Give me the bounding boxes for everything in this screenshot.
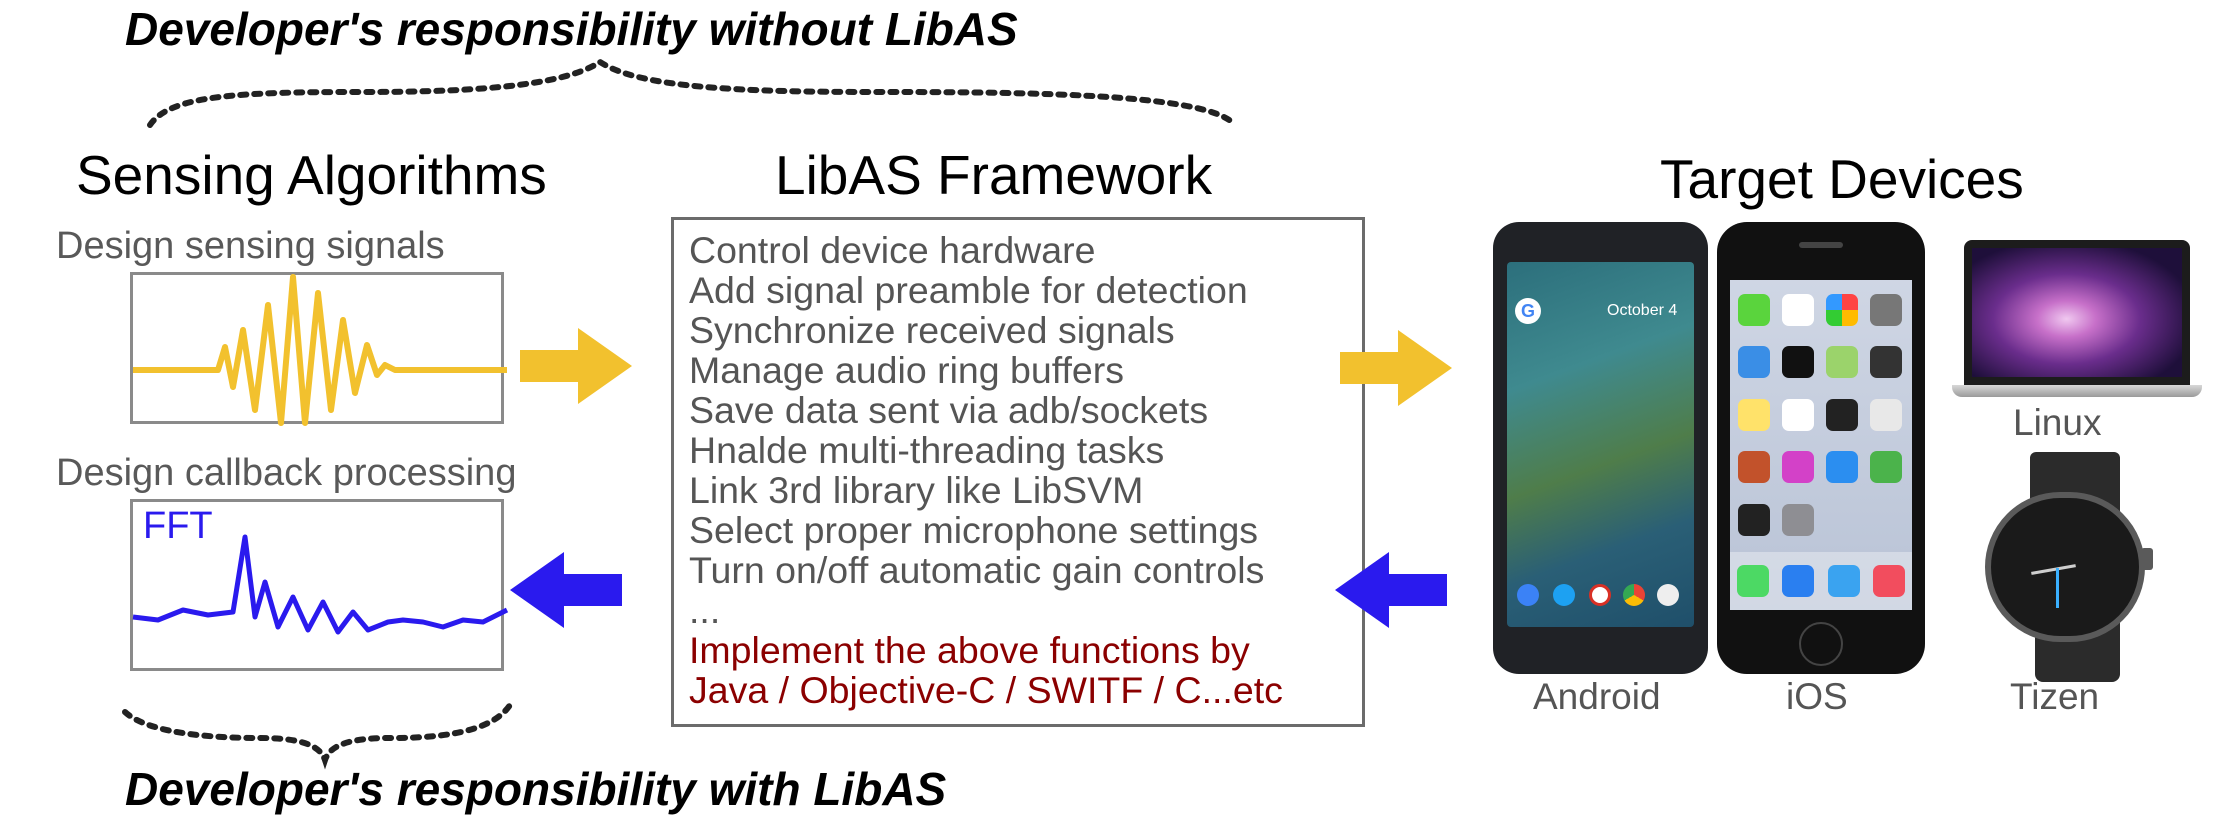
android-date: October 4 <box>1607 302 1678 319</box>
bottom-caption: Developer's responsibility with LibAS <box>125 763 947 815</box>
weather-icon <box>1738 346 1770 379</box>
top-caption: Developer's responsibility without LibAS <box>125 3 1018 55</box>
app-store-icon <box>1826 451 1858 484</box>
arrow-to-framework <box>520 328 632 404</box>
task-item: Select proper microphone settings <box>689 509 1259 551</box>
target-devices-heading: Target Devices <box>1660 148 2024 210</box>
music-icon <box>1873 565 1906 597</box>
calendar-icon <box>1782 294 1814 326</box>
gmail-app-icon <box>1589 584 1611 606</box>
framework-task-box: Control device hardware Add signal pream… <box>671 217 1365 727</box>
android-dock <box>1515 580 1686 610</box>
libas-framework-heading: LibAS Framework <box>775 144 1213 206</box>
linux-label: Linux <box>2013 402 2102 443</box>
laptop-wallpaper <box>1972 248 2182 377</box>
mail-icon <box>1782 565 1815 597</box>
videos-icon <box>1870 346 1902 379</box>
signal-plot-box <box>130 272 507 426</box>
game-center-icon <box>1870 398 1902 431</box>
compass-icon <box>1738 503 1770 536</box>
laptop <box>1952 240 2202 400</box>
safari-icon <box>1827 565 1860 597</box>
task-item: Hnalde multi-threading tasks <box>689 429 1165 471</box>
camera-app-icon <box>1657 584 1679 606</box>
laptop-base <box>1952 385 2202 397</box>
watch-face <box>1985 492 2145 642</box>
maps-icon <box>1826 346 1858 379</box>
reminders-icon <box>1782 398 1814 431</box>
callback-plot-box: FFT <box>130 499 509 671</box>
task-item: Save data sent via adb/sockets <box>689 389 1209 431</box>
android-label: Android <box>1533 676 1661 717</box>
arrow-to-callback <box>510 552 622 628</box>
sensing-algorithms-heading: Sensing Algorithms <box>76 144 547 206</box>
iphone-home-button <box>1799 622 1843 666</box>
app-grid <box>1738 294 1904 544</box>
design-callback-processing-label: Design callback processing <box>56 452 517 494</box>
stocks-icon <box>1826 398 1858 431</box>
task-item: Manage audio ring buffers <box>689 349 1125 391</box>
chirp-waveform <box>133 274 507 426</box>
phone-icon <box>1736 565 1769 597</box>
task-item: Synchronize received signals <box>689 309 1175 351</box>
framework-task-list: Control device hardware Add signal pream… <box>689 230 1283 710</box>
smartwatch <box>1985 452 2170 682</box>
settings-icon <box>1782 503 1814 536</box>
iphone-screen <box>1730 280 1912 610</box>
google-search-icon: G <box>1515 298 1541 324</box>
android-phone: October 4 G <box>1493 222 1708 674</box>
watch-hand <box>2056 568 2059 608</box>
design-sensing-signals-label: Design sensing signals <box>56 225 445 267</box>
watch-crown <box>2141 548 2153 570</box>
messages-icon <box>1738 294 1770 326</box>
phone-app-icon <box>1517 584 1539 606</box>
tizen-label: Tizen <box>2010 676 2100 717</box>
task-item: Control device hardware <box>689 229 1096 271</box>
notes-icon <box>1738 398 1770 431</box>
task-item: Add signal preamble for detection <box>689 269 1248 311</box>
iphone <box>1717 222 1925 674</box>
arrow-to-devices <box>1340 330 1452 406</box>
messages-app-icon <box>1553 584 1575 606</box>
chrome-app-icon <box>1623 584 1645 606</box>
implementation-note-line: Implement the above functions by <box>689 629 1250 671</box>
implementation-note-line: Java / Objective-C / SWITF / C...etc <box>689 669 1283 711</box>
ios-label: iOS <box>1786 676 1848 717</box>
iphone-speaker <box>1799 242 1843 248</box>
camera-icon <box>1870 294 1902 326</box>
task-ellipsis: ... <box>689 589 721 631</box>
android-screen: October 4 G <box>1507 262 1694 627</box>
newsstand-icon <box>1738 451 1770 484</box>
task-item: Turn on/off automatic gain controls <box>689 549 1265 591</box>
watch-hand <box>2031 564 2076 575</box>
laptop-screen-bezel <box>1964 240 2190 385</box>
clock-icon <box>1782 346 1814 379</box>
itunes-icon <box>1782 451 1814 484</box>
task-item: Link 3rd library like LibSVM <box>689 469 1144 511</box>
fft-spectrum-line <box>132 534 509 635</box>
passbook-icon <box>1870 451 1902 484</box>
photos-icon <box>1826 294 1858 326</box>
arrow-from-devices <box>1335 552 1447 628</box>
iphone-dock <box>1730 552 1912 610</box>
